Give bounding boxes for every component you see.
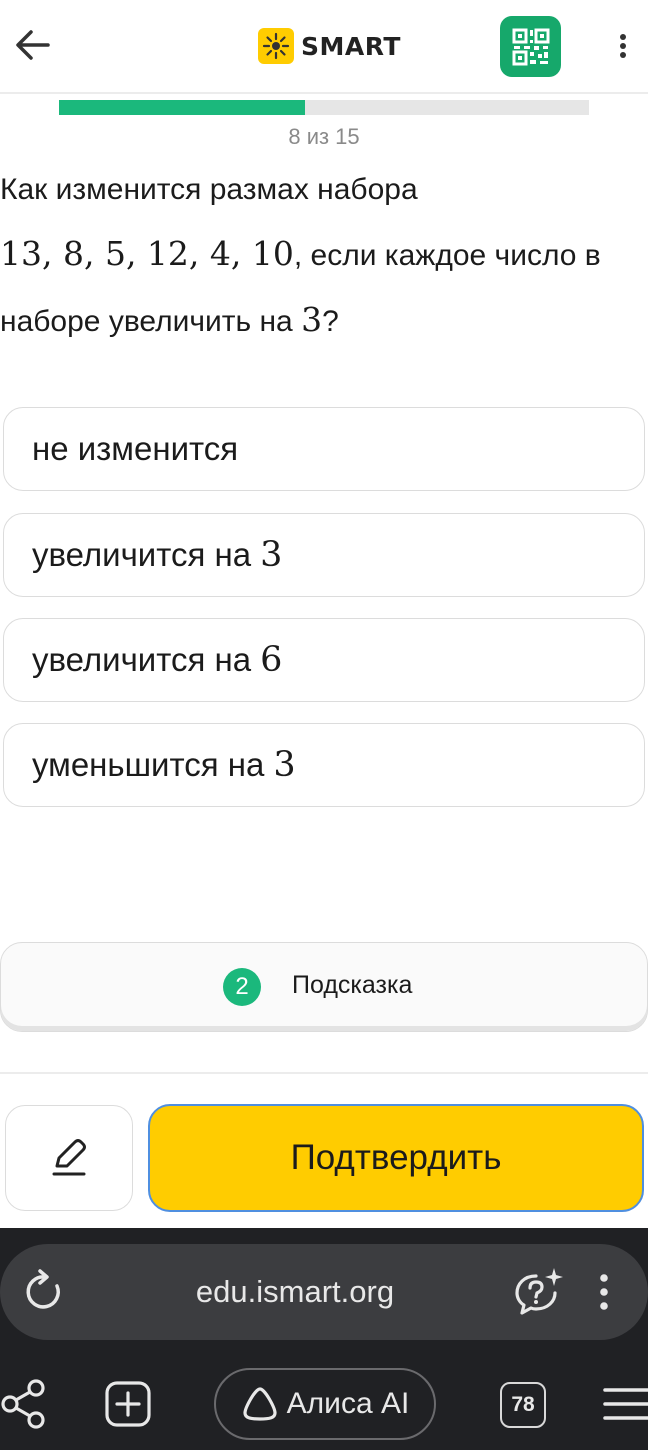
new-tab-icon <box>105 1381 151 1427</box>
share-button[interactable] <box>0 1378 48 1430</box>
share-icon <box>1 1379 45 1429</box>
question-text: Как изменится размах набора 13, 8, 5, 12… <box>0 158 640 354</box>
more-vertical-icon <box>600 1274 608 1310</box>
hint-button[interactable]: 2 Подсказка <box>0 942 648 1032</box>
pencil-icon <box>52 1139 86 1176</box>
tabs-count-button[interactable]: 78 <box>500 1382 546 1428</box>
browser-nav-row: Алиса AI 78 <box>0 1368 648 1440</box>
app-header: SMART <box>0 0 648 94</box>
qr-code-button[interactable] <box>500 16 561 77</box>
alice-icon <box>243 1387 277 1421</box>
answer-option-number: 6 <box>260 640 283 680</box>
chat-question-icon <box>515 1268 563 1315</box>
question-increment: 3 <box>301 300 323 339</box>
more-options-button[interactable] <box>614 28 632 64</box>
answer-option-1[interactable]: не изменится <box>3 407 645 491</box>
browser-more-button[interactable] <box>594 1270 614 1314</box>
more-vertical-icon <box>620 34 626 58</box>
alice-label: Алиса AI <box>286 1387 410 1420</box>
answer-option-number: 3 <box>260 535 283 575</box>
assistant-button[interactable] <box>512 1266 564 1318</box>
answer-option-number: 3 <box>273 745 296 785</box>
browser-toolbar: edu.ismart.org Алиса AI 78 <box>0 1228 648 1450</box>
progress-fill <box>59 100 306 115</box>
progress-bar <box>59 100 589 115</box>
back-button[interactable] <box>14 28 52 62</box>
footer-divider <box>0 1072 648 1074</box>
hint-label: Подсказка <box>292 971 413 999</box>
url-text[interactable]: edu.ismart.org <box>0 1274 590 1310</box>
draft-button[interactable] <box>5 1105 133 1211</box>
answer-option-2[interactable]: увеличится на 3 <box>3 513 645 597</box>
browser-menu-button[interactable] <box>602 1384 648 1424</box>
arrow-left-icon <box>16 30 50 60</box>
progress-counter: 8 из 15 <box>288 124 360 149</box>
qr-code-icon <box>512 28 549 65</box>
answer-option-label: увеличится на <box>32 641 252 678</box>
question-part1: Как изменится размах набора <box>0 173 418 206</box>
confirm-button[interactable]: Подтвердить <box>148 1104 644 1212</box>
hint-count-badge: 2 <box>223 968 261 1006</box>
answer-option-4[interactable]: уменьшится на 3 <box>3 723 645 807</box>
answer-option-label: не изменится <box>32 430 239 467</box>
question-number-set: 13, 8, 5, 12, 4, 10 <box>0 234 294 273</box>
hamburger-menu-icon <box>603 1388 648 1420</box>
alice-ai-button[interactable]: Алиса AI <box>214 1368 436 1440</box>
answer-option-3[interactable]: увеличится на 6 <box>3 618 645 702</box>
answer-option-label: увеличится на <box>32 536 252 573</box>
question-part3: ? <box>322 305 339 338</box>
brand-logo: SMART <box>258 28 401 64</box>
answer-option-label: уменьшится на <box>32 746 265 783</box>
sun-icon <box>258 28 294 64</box>
brand-name: SMART <box>301 31 401 61</box>
address-bar[interactable]: edu.ismart.org <box>0 1244 648 1340</box>
new-tab-button[interactable] <box>104 1380 152 1428</box>
